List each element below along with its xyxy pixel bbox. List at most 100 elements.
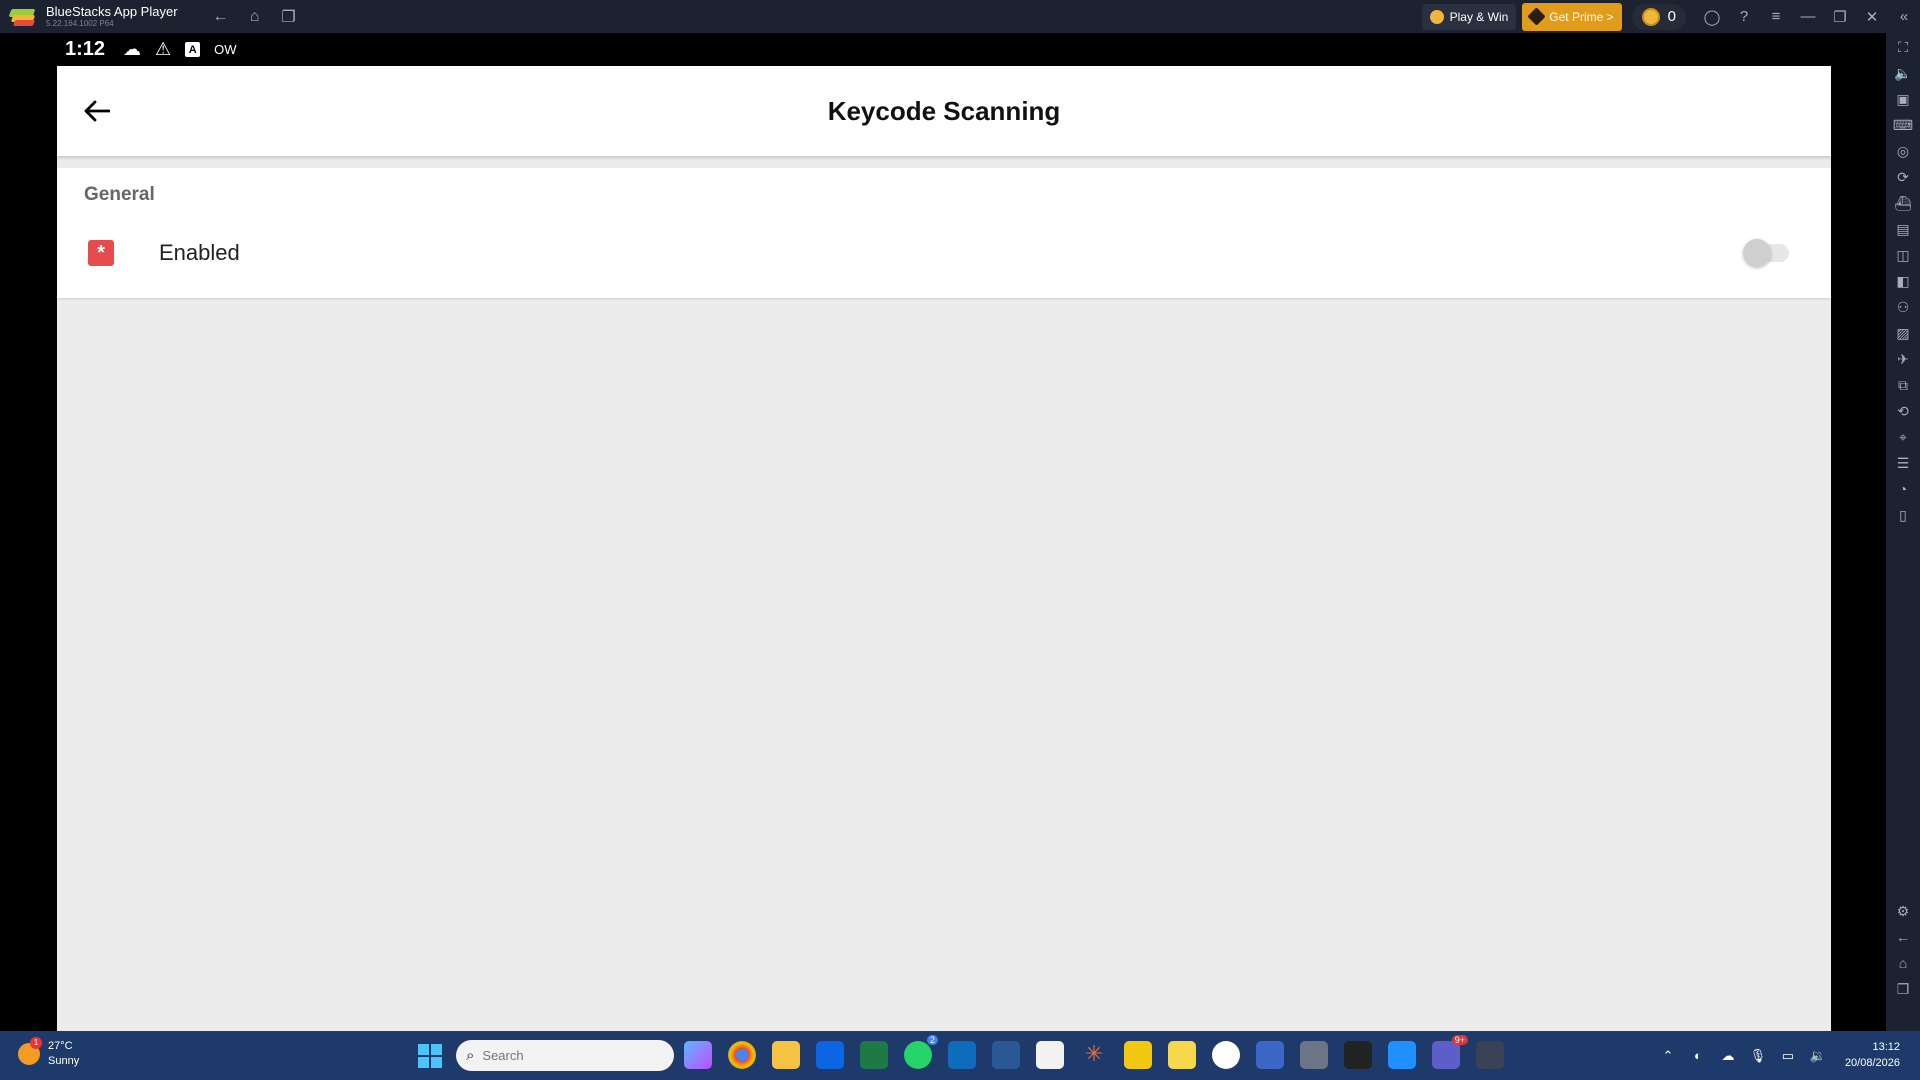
gallery-icon[interactable]: ▨ [1886, 325, 1920, 342]
rotate-icon[interactable]: ⟲ [1886, 403, 1920, 420]
location-icon[interactable]: ⌖ [1886, 429, 1920, 446]
eco-mode-icon[interactable]: ◔ [1886, 481, 1920, 497]
clock-date: 20/08/2026 [1844, 1056, 1900, 1069]
play-and-win-label: Play & Win [1449, 9, 1509, 24]
connect-app-icon[interactable] [1256, 1041, 1284, 1069]
taskbar-search[interactable]: ⌕ [456, 1040, 674, 1071]
clock[interactable]: 13:12 20/08/2026 [1845, 1040, 1900, 1072]
sticky-notes-icon[interactable] [1168, 1041, 1196, 1069]
menu-icon[interactable]: ≡ [1760, 8, 1792, 25]
fullscreen-icon[interactable]: ⛶ [1886, 39, 1920, 56]
restore-icon[interactable]: ❐ [1824, 8, 1856, 26]
excel-icon[interactable] [860, 1041, 888, 1069]
minimize-icon[interactable]: — [1792, 8, 1824, 25]
settings-card: General * Enabled [57, 168, 1831, 298]
calculator-icon[interactable] [1300, 1041, 1328, 1069]
chrome-icon[interactable] [728, 1041, 756, 1069]
tray-app-icon[interactable]: ◐ [1683, 1048, 1713, 1063]
window-version: 5.22.164.1002 P64 [46, 19, 114, 28]
bluestacks-logo-icon [8, 6, 36, 28]
close-icon[interactable]: ✕ [1856, 8, 1888, 26]
recent-apps-icon[interactable]: ❐ [280, 7, 298, 27]
macro-icon[interactable]: ◎ [1886, 143, 1920, 160]
coins-value: 0 [1667, 8, 1676, 25]
search-input[interactable] [482, 1048, 643, 1063]
airplane-icon[interactable]: ✈ [1886, 351, 1920, 368]
status-time: 1:12 [65, 38, 106, 60]
layers-icon[interactable]: ☰ [1886, 455, 1920, 472]
account-icon[interactable]: ◯ [1696, 8, 1728, 26]
pinned-apps: 2 ✳ 9+ [684, 1035, 1504, 1069]
app-bar: Keycode Scanning [57, 66, 1831, 156]
android-status-bar: 1:12 ☁ ⚠ A OW [0, 33, 1886, 66]
enabled-row[interactable]: * Enabled [57, 218, 1831, 288]
screenshot-icon[interactable]: ◫ [1886, 247, 1920, 264]
clock-time: 13:12 [1872, 1040, 1900, 1053]
chevron-up-icon[interactable]: ⌃ [1653, 1048, 1683, 1064]
bluestacks-taskbar-icon[interactable] [1476, 1041, 1504, 1069]
clock-app-icon[interactable] [1212, 1041, 1240, 1069]
play-and-win-button[interactable]: Play & Win [1421, 3, 1517, 30]
enabled-label: Enabled [159, 240, 240, 265]
toggle-knob [1743, 239, 1771, 267]
onedrive-icon[interactable]: ☁ [1713, 1048, 1743, 1064]
trello-icon[interactable] [816, 1041, 844, 1069]
speaker-icon[interactable]: 🔉 [1803, 1048, 1833, 1064]
get-prime-button[interactable]: Get Prime > [1522, 2, 1622, 31]
copilot-icon[interactable] [684, 1041, 712, 1069]
remote-desktop-icon[interactable] [1388, 1041, 1416, 1069]
page-title: Keycode Scanning [827, 95, 1061, 126]
resize-icon[interactable]: ⧉ [1886, 377, 1920, 394]
enabled-toggle[interactable] [1743, 239, 1789, 267]
volume-icon[interactable]: 🔈 [1886, 65, 1920, 82]
word-icon[interactable] [992, 1041, 1020, 1069]
coins-counter[interactable]: 0 [1631, 3, 1686, 30]
weather-widget[interactable]: 1 27°C Sunny [18, 1036, 80, 1069]
apk-icon[interactable]: ▤ [1886, 221, 1920, 238]
keyboard-icon[interactable]: ⌨ [1886, 117, 1920, 134]
search-icon: ⌕ [466, 1047, 475, 1064]
terminal-icon[interactable] [1344, 1041, 1372, 1069]
ship-icon[interactable]: ⛴ [1886, 195, 1920, 212]
home-icon[interactable]: ⌂ [246, 8, 264, 26]
teams-icon[interactable]: 9+ [1432, 1035, 1468, 1069]
back-arrow-button[interactable] [79, 93, 115, 129]
power-bi-icon[interactable] [1124, 1041, 1152, 1069]
play-win-icon [1429, 9, 1444, 24]
network-icon[interactable]: ▭ [1773, 1048, 1803, 1064]
sync-icon[interactable]: ⟳ [1886, 169, 1920, 186]
multi-instance-icon[interactable]: ⚇ [1886, 299, 1920, 316]
media-icon[interactable]: ▣ [1886, 91, 1920, 108]
windows-start-icon[interactable] [418, 1044, 442, 1068]
wifi-icon: ☁ [123, 39, 142, 59]
back-icon[interactable]: ← [212, 8, 230, 26]
warning-icon: ⚠ [155, 39, 172, 59]
settings-gear-icon[interactable]: ⚙ [1886, 903, 1920, 920]
arrow-left-icon [84, 100, 110, 122]
app-screen: Keycode Scanning General * Enabled [57, 66, 1831, 1032]
sun-icon: 1 [18, 1036, 42, 1065]
sidebar-home-icon[interactable]: ⌂ [1886, 955, 1920, 971]
ow-notification: OW [214, 42, 237, 57]
weather-desc: Sunny [48, 1054, 80, 1067]
sidebar-recents-icon[interactable]: ❐ [1886, 981, 1920, 998]
collapse-sidebar-icon[interactable]: « [1888, 8, 1920, 25]
bluestacks-sidebar: ⛶ 🔈 ▣ ⌨ ◎ ⟳ ⛴ ▤ ◫ ◧ ⚇ ▨ ✈ ⧉ ⟲ ⌖ ☰ ◔ ▯ ⚙ … [1886, 33, 1920, 1031]
prime-diamond-icon [1527, 7, 1546, 26]
microphone-icon[interactable]: 🎙 [1743, 1048, 1773, 1064]
record-icon[interactable]: ◧ [1886, 273, 1920, 290]
outlook-icon[interactable] [948, 1041, 976, 1069]
window-title: BlueStacks App Player [46, 4, 178, 19]
whatsapp-icon[interactable]: 2 [904, 1035, 938, 1069]
section-header: General [84, 184, 155, 205]
title-bar: BlueStacks App Player 5.22.164.1002 P64 … [0, 0, 1920, 33]
asterisk-icon: * [88, 240, 114, 266]
sidebar-back-icon[interactable]: ← [1886, 929, 1920, 945]
more-icon[interactable]: ▯ [1886, 507, 1920, 524]
claude-icon[interactable]: ✳ [1080, 1041, 1108, 1069]
whatsapp-badge: 2 [926, 1035, 938, 1045]
get-prime-label: Get Prime > [1549, 9, 1614, 24]
file-explorer-icon[interactable] [772, 1041, 800, 1069]
help-icon[interactable]: ? [1728, 8, 1760, 25]
snipping-tool-icon[interactable] [1036, 1041, 1064, 1069]
